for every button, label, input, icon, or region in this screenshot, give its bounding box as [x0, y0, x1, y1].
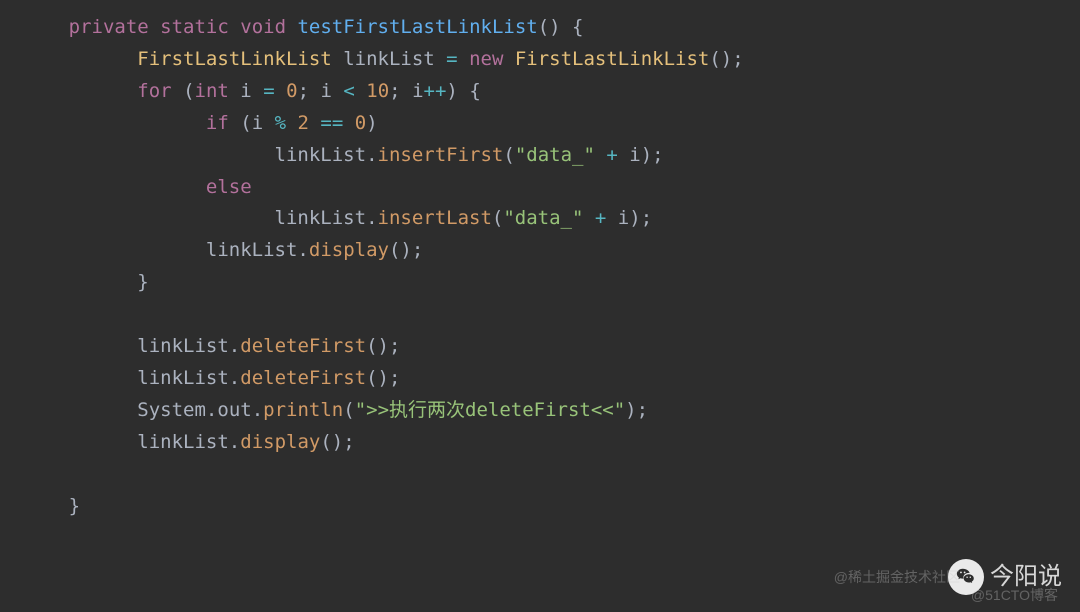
- brace: {: [572, 16, 583, 38]
- type: FirstLastLinkList: [515, 48, 709, 70]
- semi: ;: [641, 207, 652, 229]
- kw-void: void: [240, 16, 286, 38]
- method: deleteFirst: [240, 367, 366, 389]
- method: println: [263, 399, 343, 421]
- var: linkList: [137, 431, 229, 453]
- op: =: [446, 48, 457, 70]
- num: 0: [355, 112, 366, 134]
- kw-new: new: [469, 48, 503, 70]
- method: insertLast: [378, 207, 492, 229]
- string: "data_": [515, 144, 595, 166]
- var-i: i: [412, 80, 423, 102]
- op-inc: ++: [424, 80, 447, 102]
- dot: .: [297, 239, 308, 261]
- dot: .: [229, 367, 240, 389]
- code-block: private static void testFirstLastLinkLis…: [0, 0, 1080, 523]
- kw-if: if: [206, 112, 229, 134]
- var-out: out: [217, 399, 251, 421]
- kw-private: private: [69, 16, 149, 38]
- semi: ;: [732, 48, 743, 70]
- code-pre: private static void testFirstLastLinkLis…: [0, 12, 1080, 523]
- var: linkList: [137, 335, 229, 357]
- op: =: [263, 80, 274, 102]
- lparen: (: [503, 144, 514, 166]
- string: ">>执行两次deleteFirst<<": [355, 399, 625, 421]
- op-plus: +: [595, 207, 606, 229]
- dot: .: [366, 144, 377, 166]
- op: <: [343, 80, 354, 102]
- rparen: ): [625, 399, 636, 421]
- var: linkList: [275, 144, 367, 166]
- brace: }: [137, 271, 148, 293]
- semi: ;: [389, 80, 400, 102]
- parens: (): [538, 16, 561, 38]
- var: linkList: [275, 207, 367, 229]
- method-name: testFirstLastLinkList: [297, 16, 537, 38]
- brace: {: [469, 80, 480, 102]
- parens: (): [320, 431, 343, 453]
- dot: .: [229, 335, 240, 357]
- semi: ;: [412, 239, 423, 261]
- parens: (): [366, 367, 389, 389]
- var-i: i: [252, 112, 263, 134]
- op-eq: ==: [320, 112, 343, 134]
- op-mod: %: [275, 112, 286, 134]
- var: linkList: [137, 367, 229, 389]
- num: 0: [286, 80, 297, 102]
- semi: ;: [389, 335, 400, 357]
- op-plus: +: [606, 144, 617, 166]
- semi: ;: [637, 399, 648, 421]
- var: linkList: [343, 48, 435, 70]
- var-i: i: [618, 207, 629, 229]
- lparen: (: [343, 399, 354, 421]
- method: deleteFirst: [240, 335, 366, 357]
- string: "data_": [503, 207, 583, 229]
- var-i: i: [629, 144, 640, 166]
- var-i: i: [320, 80, 331, 102]
- watermark-sub2: @51CTO博客: [971, 584, 1058, 608]
- num: 10: [366, 80, 389, 102]
- rparen: ): [629, 207, 640, 229]
- parens: (): [366, 335, 389, 357]
- dot: .: [206, 399, 217, 421]
- lparen: (: [183, 80, 194, 102]
- var: linkList: [206, 239, 298, 261]
- semi: ;: [343, 431, 354, 453]
- semi: ;: [298, 80, 309, 102]
- num: 2: [298, 112, 309, 134]
- parens: (): [389, 239, 412, 261]
- method: insertFirst: [378, 144, 504, 166]
- semi: ;: [652, 144, 663, 166]
- lparen: (: [240, 112, 251, 134]
- kw-else: else: [206, 176, 252, 198]
- var-system: System: [137, 399, 206, 421]
- rparen: ): [641, 144, 652, 166]
- type-int: int: [195, 80, 229, 102]
- dot: .: [229, 431, 240, 453]
- watermark-sub1: @稀土掘金技术社区: [834, 566, 960, 590]
- dot: .: [252, 399, 263, 421]
- method: display: [309, 239, 389, 261]
- kw-for: for: [137, 80, 171, 102]
- parens: (): [709, 48, 732, 70]
- semi: ;: [389, 367, 400, 389]
- rparen: ): [446, 80, 457, 102]
- dot: .: [366, 207, 377, 229]
- var-i: i: [240, 80, 251, 102]
- method: display: [240, 431, 320, 453]
- type: FirstLastLinkList: [137, 48, 331, 70]
- kw-static: static: [160, 16, 229, 38]
- rparen: ): [366, 112, 377, 134]
- lparen: (: [492, 207, 503, 229]
- brace: }: [69, 495, 80, 517]
